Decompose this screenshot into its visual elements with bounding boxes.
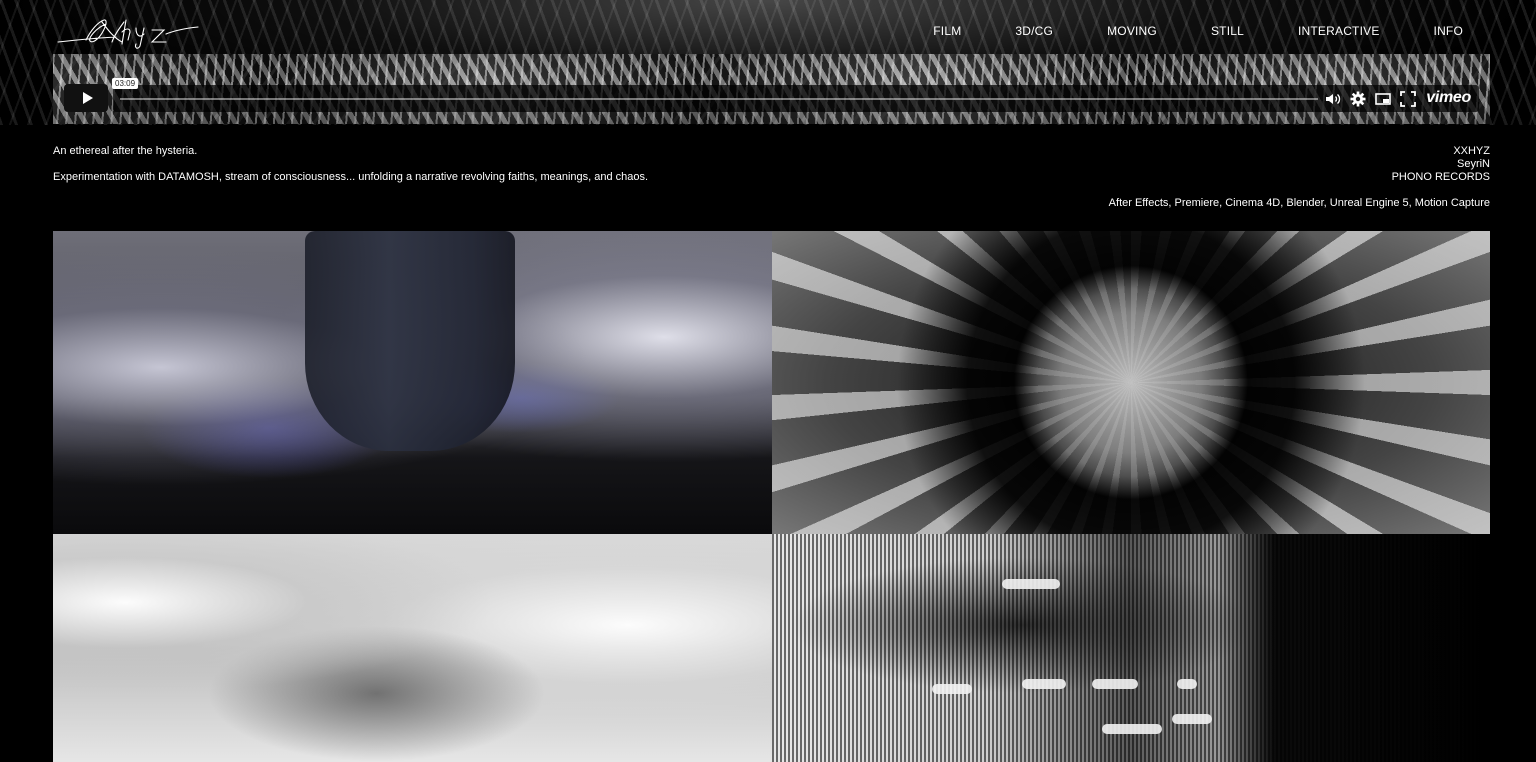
nav-still[interactable]: STILL (1211, 24, 1244, 38)
time-tooltip: 03:09 (112, 78, 139, 89)
project-tools: After Effects, Premiere, Cinema 4D, Blen… (1108, 197, 1490, 209)
figure-silhouette (305, 231, 515, 451)
nav-moving[interactable]: MOVING (1107, 24, 1157, 38)
main-nav: FILM 3D/CG MOVING STILL INTERACTIVE INFO (879, 24, 1463, 38)
settings-gear-icon[interactable] (1350, 91, 1366, 107)
vimeo-logo[interactable]: vimeo (1426, 89, 1471, 107)
nav-info[interactable]: INFO (1434, 24, 1463, 38)
fullscreen-icon[interactable] (1400, 91, 1416, 107)
nav-film[interactable]: FILM (933, 24, 961, 38)
project-description: An ethereal after the hysteria. Experime… (53, 145, 648, 197)
nav-3d-cg[interactable]: 3D/CG (1015, 24, 1053, 38)
volume-icon[interactable] (1325, 91, 1341, 107)
picture-in-picture-icon[interactable] (1375, 91, 1391, 107)
site-logo[interactable] (56, 10, 201, 50)
play-button[interactable] (64, 84, 108, 112)
credit-line: PHONO RECORDS (1391, 171, 1490, 183)
video-player[interactable]: 03:09 vimeo (53, 54, 1490, 124)
player-controls: vimeo (113, 85, 1479, 112)
project-tagline: An ethereal after the hysteria. (53, 145, 198, 157)
gallery-image-2[interactable] (772, 231, 1490, 534)
gallery-image-3[interactable] (53, 534, 772, 762)
play-icon (82, 92, 93, 104)
glitch-bars (932, 574, 1212, 754)
gallery-image-1[interactable] (53, 231, 772, 534)
project-credits: XXHYZ SeyriN PHONO RECORDS (1392, 145, 1490, 184)
project-body: Experimentation with DATAMOSH, stream of… (53, 171, 649, 183)
credit-line: SeyriN (1456, 158, 1490, 170)
progress-bar[interactable] (120, 98, 1318, 100)
image-gallery (53, 231, 1490, 762)
nav-interactive[interactable]: INTERACTIVE (1298, 24, 1380, 38)
credit-line: XXHYZ (1453, 145, 1490, 157)
gallery-image-4[interactable] (772, 534, 1490, 762)
